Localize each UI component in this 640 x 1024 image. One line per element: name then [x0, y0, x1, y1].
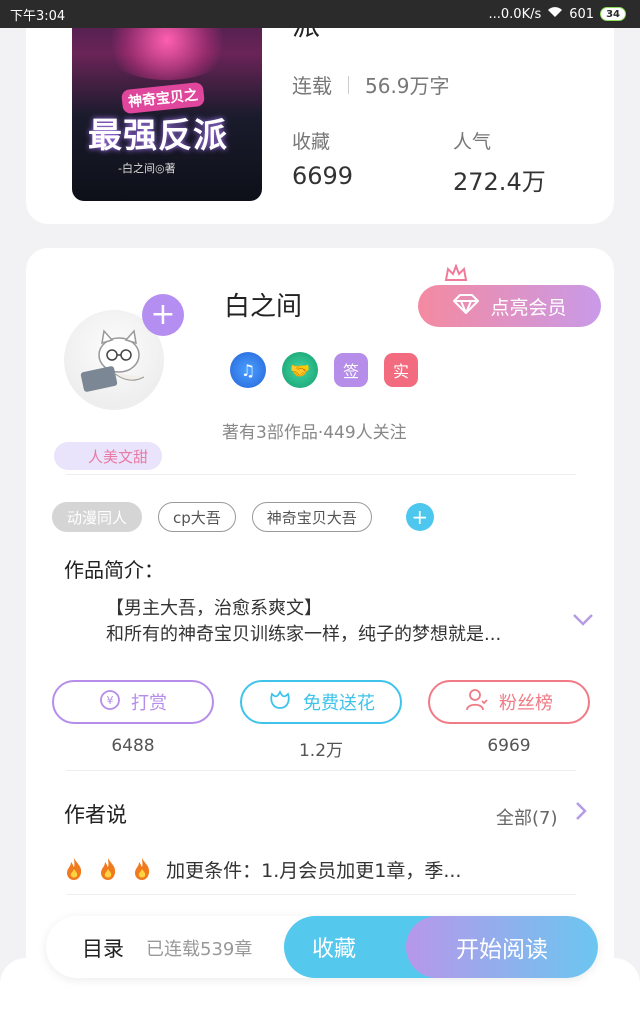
- author-stats: 著有3部作品·449人关注: [222, 423, 407, 443]
- fans-ranking-button[interactable]: 粉丝榜: [428, 680, 590, 724]
- vip-button-label: 点亮会员: [490, 296, 567, 319]
- fans-ranking-label: 粉丝榜: [499, 693, 553, 714]
- tag-item[interactable]: 神奇宝贝大吾: [251, 502, 372, 532]
- cover-author: -白之间◎著: [118, 162, 176, 175]
- divider: [66, 474, 576, 475]
- author-says-all-link[interactable]: 全部(7): [496, 804, 558, 830]
- book-cover[interactable]: 神奇宝贝之 最强反派 -白之间◎著: [72, 0, 262, 201]
- favorites-value: 6699: [292, 162, 354, 190]
- book-info-card: 神奇宝贝之 最强反派 -白之间◎著 派 连载 56.9万字 收藏 6699 人气…: [26, 0, 614, 224]
- divider: [66, 894, 576, 895]
- cover-title: 最强反派: [88, 116, 228, 156]
- handshake-icon[interactable]: 🤝: [282, 352, 318, 388]
- author-card: + 人美文甜 白之间 点亮会员 ♫ 🤝 签 实 著有3部作品·449人关注 动漫…: [26, 248, 614, 1008]
- fire-icon: [135, 858, 150, 880]
- tag-list: 动漫同人 cp大吾 神奇宝贝大吾 +: [52, 502, 434, 532]
- signed-badge[interactable]: 签: [334, 353, 368, 387]
- flower-count: 1.2万: [298, 741, 344, 761]
- add-tag-button[interactable]: +: [405, 503, 434, 531]
- book-status: 连载: [292, 74, 332, 98]
- book-meta: 连载 56.9万字: [292, 70, 450, 99]
- yen-coin-icon: ¥: [99, 689, 121, 716]
- intro-line: 【男主大吾，治愈系爽文】: [106, 598, 322, 619]
- wifi-icon: [547, 6, 563, 22]
- fans-icon: [465, 688, 489, 717]
- popularity-label: 人气: [453, 131, 492, 153]
- bottom-action-bar: 目录 已连载539章 收藏 开始阅读: [46, 916, 598, 978]
- start-reading-button[interactable]: 开始阅读: [406, 916, 598, 978]
- favorite-button-label: 收藏: [312, 937, 357, 962]
- toc-button[interactable]: 目录: [82, 933, 124, 963]
- word-count: 56.9万字: [365, 74, 450, 98]
- battery-icon: 34: [600, 7, 626, 21]
- meta-divider: [348, 75, 349, 94]
- send-flower-button[interactable]: 免费送花: [240, 680, 402, 724]
- author-says-title: 作者说: [64, 803, 127, 827]
- cat-avatar-icon: [80, 329, 145, 392]
- fans-count: 6969: [487, 736, 531, 756]
- tag-item[interactable]: cp大吾: [158, 502, 236, 532]
- signal-value: 601: [569, 6, 595, 22]
- author-says-item[interactable]: 加更条件：1.月会员加更1章，季...: [64, 856, 461, 883]
- verified-badge[interactable]: 实: [384, 353, 418, 387]
- status-indicators: ...0.0K/s 601 34: [488, 6, 626, 22]
- start-reading-label: 开始阅读: [456, 937, 548, 963]
- author-name[interactable]: 白之间: [224, 286, 302, 323]
- favorites-label: 收藏: [292, 131, 331, 153]
- chapter-count: 已连载539章: [146, 939, 253, 960]
- popularity-value: 272.4万: [453, 168, 546, 196]
- divider: [66, 770, 576, 771]
- tag-item[interactable]: 动漫同人: [52, 502, 143, 532]
- music-note-icon[interactable]: ♫: [230, 352, 266, 388]
- intro-text[interactable]: 【男主大吾，治愈系爽文】 和所有的神奇宝贝训练家一样，纯子的梦想就是...: [106, 596, 501, 648]
- status-bar: 下午3:04 ...0.0K/s 601 34: [0, 0, 640, 28]
- chevron-down-icon[interactable]: [572, 608, 594, 633]
- intro-title: 作品简介：: [64, 558, 164, 582]
- fire-icon: [101, 858, 116, 880]
- vip-button[interactable]: 点亮会员: [418, 285, 601, 327]
- reward-button[interactable]: ¥ 打赏: [52, 680, 214, 724]
- author-says-text: 加更条件：1.月会员加更1章，季...: [166, 860, 462, 882]
- diamond-icon: [452, 293, 480, 320]
- author-badges: ♫ 🤝 签 实: [230, 352, 418, 388]
- network-speed: ...0.0K/s: [488, 6, 542, 22]
- fan-tag: 人美文甜: [54, 442, 163, 470]
- reward-label: 打赏: [131, 693, 167, 714]
- intro-line: 和所有的神奇宝贝训练家一样，纯子的梦想就是...: [106, 624, 502, 645]
- flower-icon: [267, 688, 293, 717]
- svg-text:¥: ¥: [107, 694, 114, 707]
- chevron-right-icon[interactable]: [574, 800, 588, 827]
- fire-icon: [67, 858, 82, 880]
- status-time: 下午3:04: [10, 8, 66, 24]
- send-flower-label: 免费送花: [303, 693, 375, 714]
- reward-count: 6488: [111, 736, 155, 756]
- fan-tag-label: 人美文甜: [88, 447, 149, 466]
- follow-button[interactable]: +: [142, 294, 184, 336]
